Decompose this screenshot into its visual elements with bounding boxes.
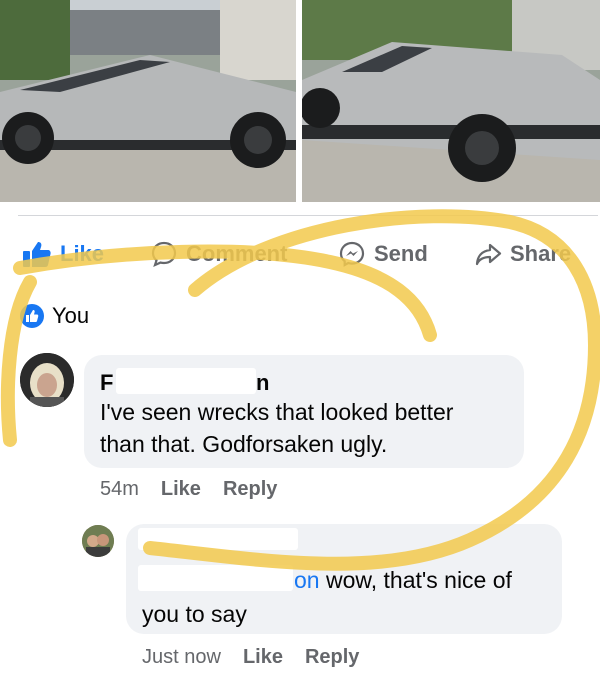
comment-author-end[interactable]: n [256,370,269,396]
post-photo-right[interactable] [302,0,600,202]
truck-photo-side [0,0,296,202]
redacted-author-name [116,368,256,394]
like-button[interactable]: Like [22,240,104,268]
reply-like-button[interactable]: Like [243,646,283,669]
share-icon [475,243,502,266]
comment-button[interactable]: Comment [150,240,287,268]
comment-reply-button[interactable]: Reply [223,478,277,501]
reply-text-line-1: on wow, that's nice of [294,564,512,596]
redacted-reply-author [138,528,298,550]
comment-icon [151,241,177,267]
post-action-bar: Like Comment Send Share [0,240,600,284]
comment-time: 54m [100,478,139,500]
comment-text-line-2: than that. Godforsaken ugly. [100,431,388,457]
send-label: Send [374,241,428,266]
commenter-avatar[interactable] [20,353,74,407]
share-label: Share [510,241,572,266]
reaction-summary[interactable]: You [20,303,89,329]
share-button[interactable]: Share [474,240,571,268]
reply-text-line-2: you to say [142,601,247,627]
like-reaction-icon [20,304,44,328]
comment-label: Comment [186,241,288,266]
reply-meta: Just now Like Reply [142,646,359,669]
reply-reply-button[interactable]: Reply [305,646,359,669]
redacted-mention [138,565,293,591]
reaction-name: You [52,303,90,328]
like-label: Like [60,241,105,266]
messenger-icon [339,241,365,267]
comment-like-button[interactable]: Like [161,478,201,501]
thumbs-up-icon [23,242,51,267]
comment-text-line-1: I've seen wrecks that looked better [100,399,454,425]
reply-text-rest: wow, that's nice of [319,567,512,593]
reply-time: Just now [142,646,221,668]
comment-author-start[interactable]: F [100,370,113,396]
post-photos [0,0,600,205]
avatar-photo [20,353,74,407]
post-photo-left[interactable] [0,0,296,202]
comment-meta: 54m Like Reply [100,478,277,501]
reply-mention[interactable]: on [294,567,320,593]
avatar-photo [82,525,114,557]
photo-divider [18,215,598,216]
send-button[interactable]: Send [338,240,428,268]
truck-photo-angle [302,0,600,202]
reply-avatar[interactable] [82,525,114,557]
